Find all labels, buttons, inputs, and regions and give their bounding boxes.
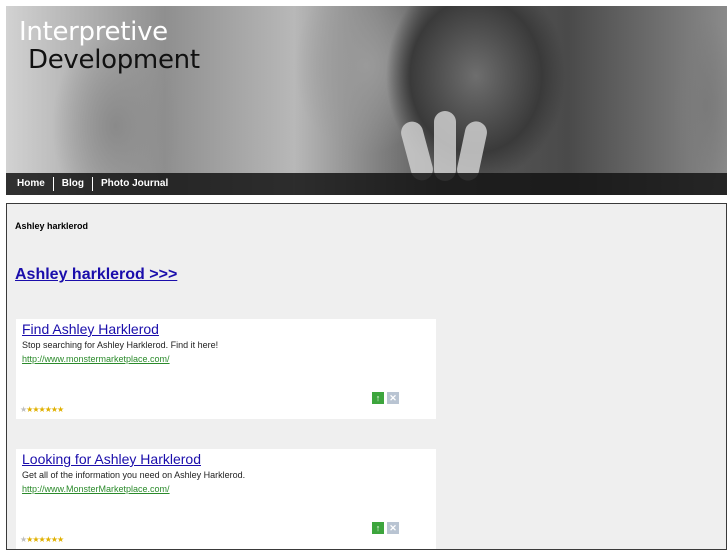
banner-photo-detail	[434, 111, 456, 181]
ad-block: Find Ashley Harklerod Stop searching for…	[16, 319, 436, 419]
site-title[interactable]: Interpretive Development	[19, 18, 200, 74]
close-icon[interactable]: ✕	[387, 522, 399, 534]
main-nav: Home Blog Photo Journal	[6, 173, 727, 195]
ad-block: Looking for Ashley Harklerod Get all of …	[16, 449, 436, 549]
rating-stars: ★★★★★★★	[20, 405, 64, 414]
site-title-line1: Interpretive	[19, 17, 168, 47]
site-title-line2: Development	[28, 45, 200, 75]
rating-stars: ★★★★★★★	[20, 535, 64, 544]
nav-blog-link[interactable]: Blog	[52, 177, 92, 191]
header-banner: Interpretive Development Home Blog Photo…	[6, 6, 727, 195]
content-panel: Ashley harklerod Ashley harklerod >>> Fi…	[6, 203, 727, 550]
arrow-up-icon[interactable]: ↑	[372, 522, 384, 534]
ad-url-link[interactable]: http://www.monstermarketplace.com/	[22, 354, 170, 364]
arrow-up-icon[interactable]: ↑	[372, 392, 384, 404]
ad-description: Stop searching for Ashley Harklerod. Fin…	[22, 340, 219, 350]
nav-photo-journal-link[interactable]: Photo Journal	[92, 177, 176, 191]
ad-title-link[interactable]: Looking for Ashley Harklerod	[22, 451, 201, 467]
nav-home-link[interactable]: Home	[6, 177, 53, 191]
ad-title-link[interactable]: Find Ashley Harklerod	[22, 321, 159, 337]
main-topic-link[interactable]: Ashley harklerod >>>	[15, 266, 177, 284]
ad-description: Get all of the information you need on A…	[22, 470, 246, 480]
page-heading: Ashley harklerod	[15, 221, 89, 231]
ad-url-link[interactable]: http://www.MonsterMarketplace.com/	[22, 484, 170, 494]
close-icon[interactable]: ✕	[387, 392, 399, 404]
